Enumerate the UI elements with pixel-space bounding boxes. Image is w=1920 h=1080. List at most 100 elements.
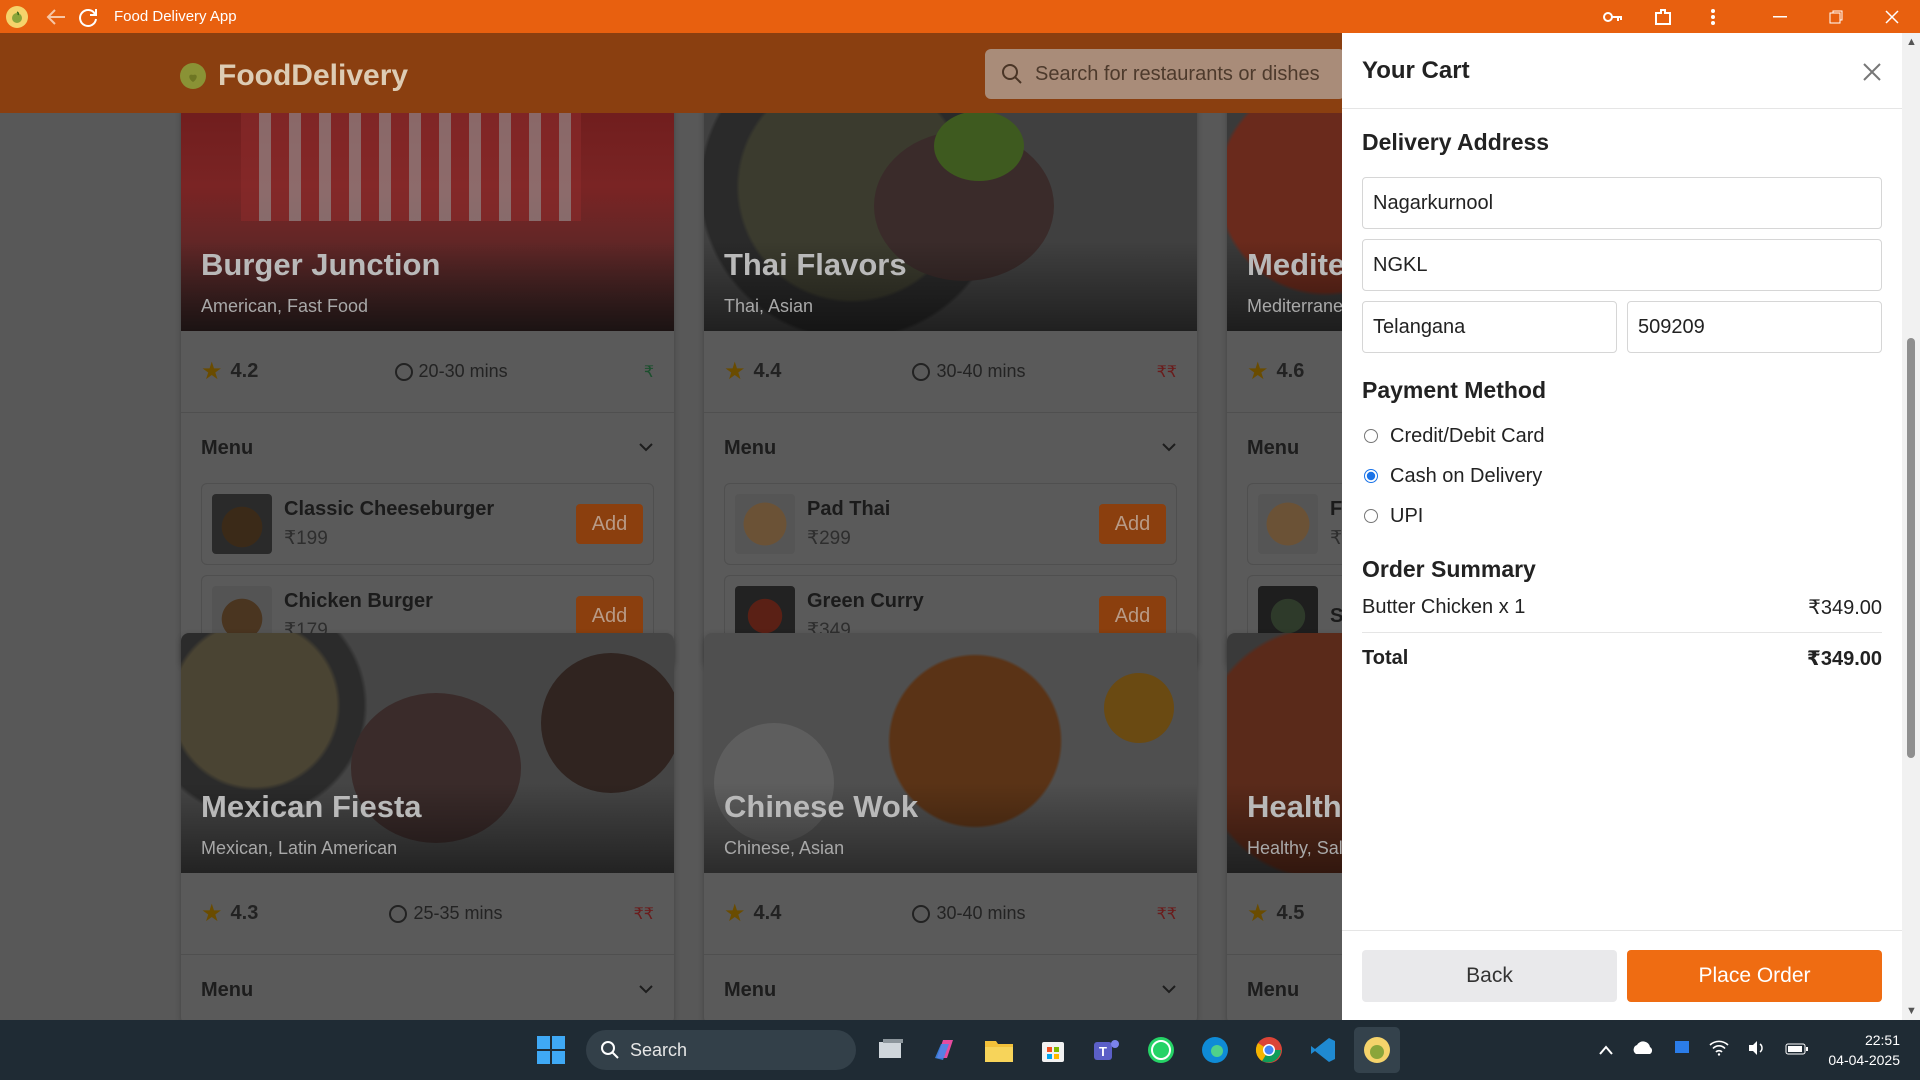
payment-option-card[interactable]: Credit/Debit Card <box>1362 416 1882 456</box>
chevron-down-icon <box>1161 439 1177 457</box>
scroll-down-icon[interactable]: ▼ <box>1906 1005 1917 1017</box>
price-level: ₹₹ <box>1156 363 1177 381</box>
summary-item-row: Butter Chicken x 1 ₹349.00 <box>1362 583 1882 633</box>
edge-icon[interactable] <box>1192 1027 1238 1073</box>
brand-logo[interactable]: FoodDelivery <box>180 59 408 93</box>
menu-label: Menu <box>201 436 254 459</box>
state-field[interactable] <box>1362 301 1617 353</box>
restaurant-image: Health Healthy, Sala <box>1227 633 1342 873</box>
rating-value: 4.5 <box>1276 902 1305 924</box>
dish-price: ₹299 <box>807 528 851 549</box>
back-arrow-icon[interactable] <box>42 3 70 31</box>
menu-toggle[interactable]: Menu <box>1227 955 1342 1020</box>
scrollbar[interactable]: ▲ ▼ <box>1902 33 1920 1020</box>
menu-item: Pad Thai ₹299 Add <box>724 483 1177 565</box>
payment-option-upi[interactable]: UPI <box>1362 496 1882 536</box>
onedrive-icon[interactable] <box>1631 1041 1655 1059</box>
restaurant-card[interactable]: Burger Junction American, Fast Food ★ 4.2… <box>181 113 674 667</box>
payment-option-cod[interactable]: Cash on Delivery <box>1362 456 1882 496</box>
back-button[interactable]: Back <box>1362 949 1617 1002</box>
chevron-down-icon <box>638 981 654 999</box>
restaurant-card[interactable]: Medite Mediterrane ★ 4.6 Menu Fa ₹ Sl <box>1227 113 1342 667</box>
add-button[interactable]: Add <box>1099 596 1166 636</box>
rating-value: 4.2 <box>230 360 259 382</box>
payment-radio-upi[interactable] <box>1364 509 1378 523</box>
dish-image <box>212 494 272 554</box>
address-line2-field[interactable] <box>1362 239 1882 291</box>
chrome-icon[interactable] <box>1246 1027 1292 1073</box>
restaurant-meta: ★ 4.6 <box>1227 331 1342 413</box>
add-button[interactable]: Add <box>1099 504 1166 544</box>
show-hidden-icons-icon[interactable] <box>1599 1042 1614 1059</box>
menu-toggle[interactable]: Menu <box>1227 413 1342 483</box>
menu-item: Fa ₹ <box>1247 483 1342 565</box>
restaurant-card[interactable]: Mexican Fiesta Mexican, Latin American ★… <box>181 633 674 1020</box>
start-menu-icon[interactable] <box>528 1027 574 1073</box>
star-icon: ★ <box>201 358 223 385</box>
restaurant-card[interactable]: Health Healthy, Sala ★ 4.5 Menu <box>1227 633 1342 1020</box>
restaurant-card[interactable]: Chinese Wok Chinese, Asian ★ 4.4 30-40 mi… <box>704 633 1197 1020</box>
microsoft-store-icon[interactable] <box>1030 1027 1076 1073</box>
menu-toggle[interactable]: Menu <box>704 955 1197 1020</box>
more-options-icon[interactable] <box>1688 0 1738 33</box>
menu-toggle[interactable]: Menu <box>181 413 674 483</box>
volume-icon[interactable] <box>1747 1040 1767 1060</box>
cart-footer: Back Place Order <box>1342 930 1902 1020</box>
address-line1-field[interactable] <box>1362 177 1882 229</box>
restaurant-name: Thai Flavors <box>724 247 907 282</box>
close-window-icon[interactable] <box>1864 0 1920 33</box>
delivery-address-title: Delivery Address <box>1362 129 1550 155</box>
search-icon <box>1002 64 1022 84</box>
rating: ★ 4.6 <box>1247 357 1304 386</box>
add-button[interactable]: Add <box>576 504 643 544</box>
food-delivery-app-icon[interactable] <box>1354 1027 1400 1073</box>
restaurant-cuisine: Healthy, Sala <box>1247 838 1342 858</box>
menu-toggle[interactable]: Menu <box>704 413 1197 483</box>
taskbar-clock[interactable]: 22:51 04-04-2025 <box>1828 1030 1900 1070</box>
window-titlebar: Food Delivery App <box>0 0 1920 33</box>
rating-value: 4.3 <box>230 902 259 924</box>
menu-label: Menu <box>724 978 777 1001</box>
summary-item-amount: ₹349.00 <box>1808 597 1882 619</box>
teams-icon[interactable]: T <box>1084 1027 1130 1073</box>
key-icon[interactable] <box>1588 0 1638 33</box>
taskbar-search-label: Search <box>630 1039 688 1060</box>
close-icon[interactable] <box>1862 54 1882 88</box>
restore-icon[interactable] <box>1808 0 1864 33</box>
file-explorer-icon[interactable] <box>976 1027 1022 1073</box>
delivery-time: 25-35 mins <box>389 903 503 924</box>
restaurant-card[interactable]: Thai Flavors Thai, Asian ★ 4.4 30-40 mins… <box>704 113 1197 667</box>
search-input[interactable]: Search for restaurants or dishes <box>985 49 1345 99</box>
rating-value: 4.4 <box>753 902 782 924</box>
delivery-time-value: 30-40 mins <box>936 361 1026 381</box>
clock-icon <box>394 362 413 381</box>
restaurant-meta: ★ 4.4 30-40 mins ₹₹ <box>704 331 1197 413</box>
payment-radio-cod[interactable] <box>1364 469 1378 483</box>
extensions-icon[interactable] <box>1638 0 1688 33</box>
clock-icon <box>912 904 931 923</box>
tray-app-icon[interactable] <box>1673 1039 1691 1061</box>
brand-name: FoodDelivery <box>218 59 409 92</box>
vscode-icon[interactable] <box>1300 1027 1346 1073</box>
total-row: Total ₹349.00 <box>1362 633 1882 683</box>
taskbar-search[interactable]: Search <box>586 1030 856 1070</box>
wifi-icon[interactable] <box>1709 1040 1729 1060</box>
add-button[interactable]: Add <box>576 596 643 636</box>
scroll-up-icon[interactable]: ▲ <box>1906 36 1917 48</box>
restaurant-meta: ★ 4.2 20-30 mins ₹ <box>181 331 674 413</box>
total-amount: ₹349.00 <box>1806 647 1882 670</box>
place-order-button[interactable]: Place Order <box>1627 949 1882 1002</box>
copilot-icon[interactable] <box>922 1027 968 1073</box>
menu-toggle[interactable]: Menu <box>181 955 674 1020</box>
payment-radio-card[interactable] <box>1364 429 1378 443</box>
taskbar: Search T 22:51 04-04-2025 <box>0 1020 1920 1080</box>
task-view-icon[interactable] <box>868 1027 914 1073</box>
minimize-icon[interactable] <box>1752 0 1808 33</box>
delivery-time-value: 20-30 mins <box>418 361 508 381</box>
scrollbar-thumb[interactable] <box>1907 338 1915 758</box>
battery-icon[interactable] <box>1785 1042 1809 1059</box>
restaurant-name: Mexican Fiesta <box>201 789 422 824</box>
pincode-field[interactable] <box>1627 301 1882 353</box>
refresh-icon[interactable] <box>74 3 102 31</box>
whatsapp-icon[interactable] <box>1138 1027 1184 1073</box>
